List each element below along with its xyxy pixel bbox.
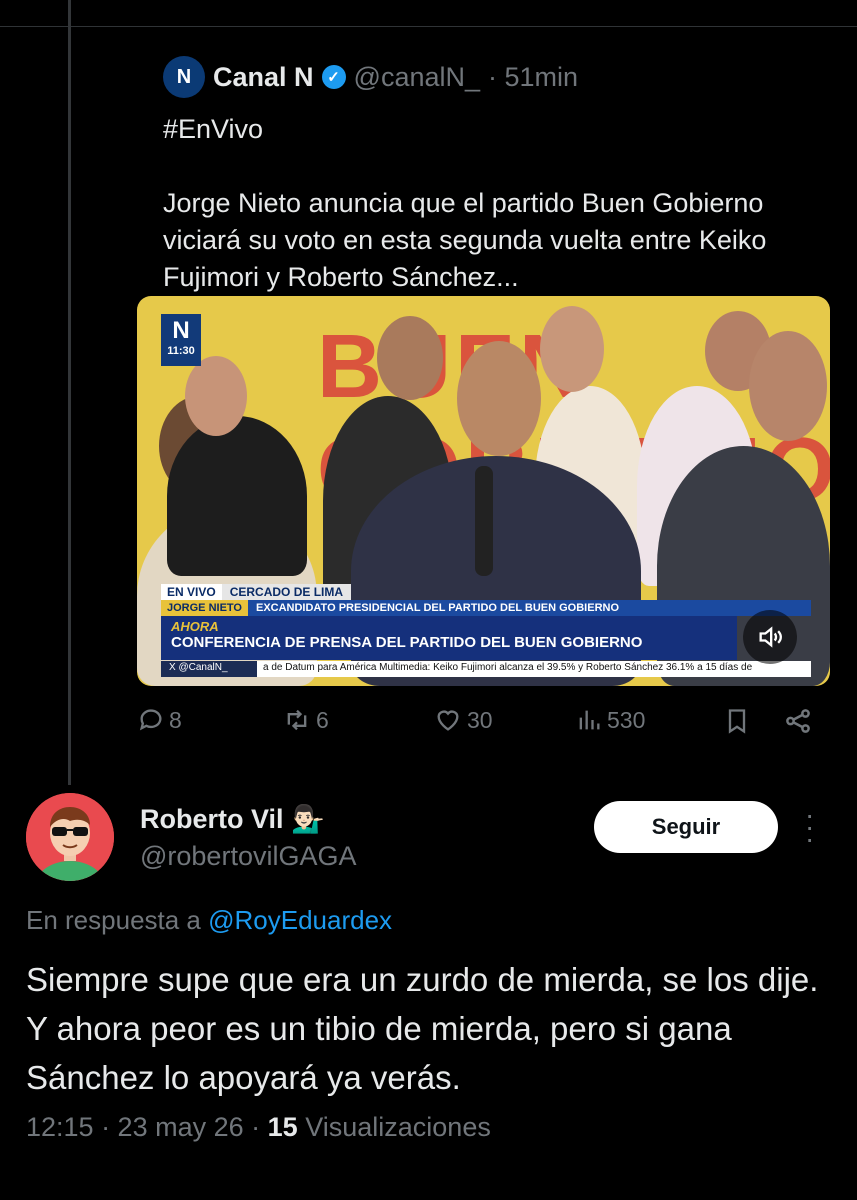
verified-badge-icon: ✓ (321, 65, 346, 89)
person-back-1-head (185, 356, 247, 436)
heart-icon (437, 710, 459, 731)
bookmark-icon (728, 709, 746, 734)
follow-button[interactable]: Seguir (594, 801, 778, 853)
reply-meta: 12:15 · 23 may 26 · 15 Visualizaciones (26, 1112, 491, 1143)
person-back-2-head (377, 316, 443, 400)
speaker-name: JORGE NIETO (161, 600, 248, 616)
speaker-muted-icon (759, 626, 782, 648)
person-back-3-head (540, 306, 604, 392)
cartoon-avatar-icon (26, 793, 114, 881)
channel-bug-logo: N 11:30 (161, 314, 201, 366)
person-right-head (749, 331, 827, 441)
avatar[interactable] (26, 793, 114, 881)
like-button[interactable]: 30 (433, 706, 493, 734)
reply-views-label: Visualizaciones (305, 1112, 491, 1142)
repost-button[interactable]: 6 (282, 706, 329, 734)
quoted-author-name[interactable]: Canal N (213, 62, 314, 93)
quoted-tweet-text: #EnVivo Jorge Nieto anuncia que el parti… (163, 114, 767, 292)
headline-text: CONFERENCIA DE PRENSA DEL PARTIDO DEL BU… (171, 634, 643, 651)
quoted-tweet[interactable]: N Canal N ✓ @canalN_ · 51min #EnVivo Jor… (137, 26, 830, 686)
reply-prefix: En respuesta a (26, 905, 201, 935)
repost-count: 6 (316, 706, 329, 733)
reply-to-link[interactable]: @RoyEduardex (208, 905, 392, 935)
reply-icon (139, 709, 162, 731)
lower-third-person: JORGE NIETO EXCANDIDATO PRESIDENCIAL DEL… (161, 600, 811, 616)
reply-author-name[interactable]: Roberto Vil 💁🏻‍♂️ (140, 803, 356, 835)
top-edge (0, 0, 857, 27)
tweet-actions: 8 6 30 530 (137, 706, 817, 746)
live-tag: EN VIVO (161, 584, 222, 600)
channel-bug-letter: N (172, 317, 190, 344)
ticker-handle: X @CanalN_ (161, 661, 257, 677)
quoted-tweet-header: N Canal N ✓ @canalN_ · 51min (163, 56, 578, 98)
location-tag: CERCADO DE LIMA (221, 584, 352, 600)
bookmark-button[interactable] (723, 706, 751, 736)
news-ticker: X @CanalN_ a de Datum para América Multi… (161, 661, 811, 677)
reply-timestamp[interactable]: 12:15 · 23 may 26 · (26, 1112, 260, 1142)
channel-bug-time: 11:30 (167, 345, 195, 357)
views-count: 530 (607, 706, 646, 733)
views-button[interactable]: 530 (575, 706, 645, 734)
microphone (475, 466, 493, 576)
more-options-icon[interactable]: · · · (805, 801, 814, 853)
speaker-head (457, 341, 541, 456)
lower-third-top: EN VIVO CERCADO DE LIMA (161, 584, 811, 600)
share-button[interactable] (783, 706, 813, 736)
lower-third-headline: AHORA CONFERENCIA DE PRENSA DEL PARTIDO … (161, 616, 737, 660)
quoted-tweet-time[interactable]: · 51min (488, 62, 578, 93)
reply-context: En respuesta a @RoyEduardex (26, 905, 392, 936)
lower-third: EN VIVO CERCADO DE LIMA JORGE NIETO EXCA… (161, 584, 811, 677)
thread-line (68, 0, 71, 785)
like-count: 30 (467, 706, 493, 733)
reply-button[interactable]: 8 (137, 706, 182, 734)
ticker-text: a de Datum para América Multimedia: Keik… (257, 661, 811, 677)
canal-n-logo-avatar[interactable]: N (163, 56, 205, 98)
views-chart-icon (579, 710, 600, 730)
speaker-role: EXCANDIDATO PRESIDENCIAL DEL PARTIDO DEL… (255, 602, 620, 614)
reply-author-handle[interactable]: @robertovilGAGA (140, 841, 356, 872)
video-player[interactable]: BUEN GOBIERNO N 11:30 EN VIVO CERCADO DE… (137, 296, 830, 686)
reply-views-count: 15 (267, 1112, 298, 1142)
reply-count: 8 (169, 706, 182, 733)
person-back-1 (167, 416, 307, 576)
reply-text: Siempre supe que era un zurdo de mierda,… (26, 961, 819, 1096)
now-label: AHORA (171, 619, 219, 634)
reply-author: Roberto Vil 💁🏻‍♂️ @robertovilGAGA (140, 803, 356, 872)
unmute-button[interactable] (743, 610, 797, 664)
quoted-author-handle[interactable]: @canalN_ (354, 62, 480, 93)
repost-icon (287, 709, 307, 731)
share-icon (786, 709, 810, 733)
